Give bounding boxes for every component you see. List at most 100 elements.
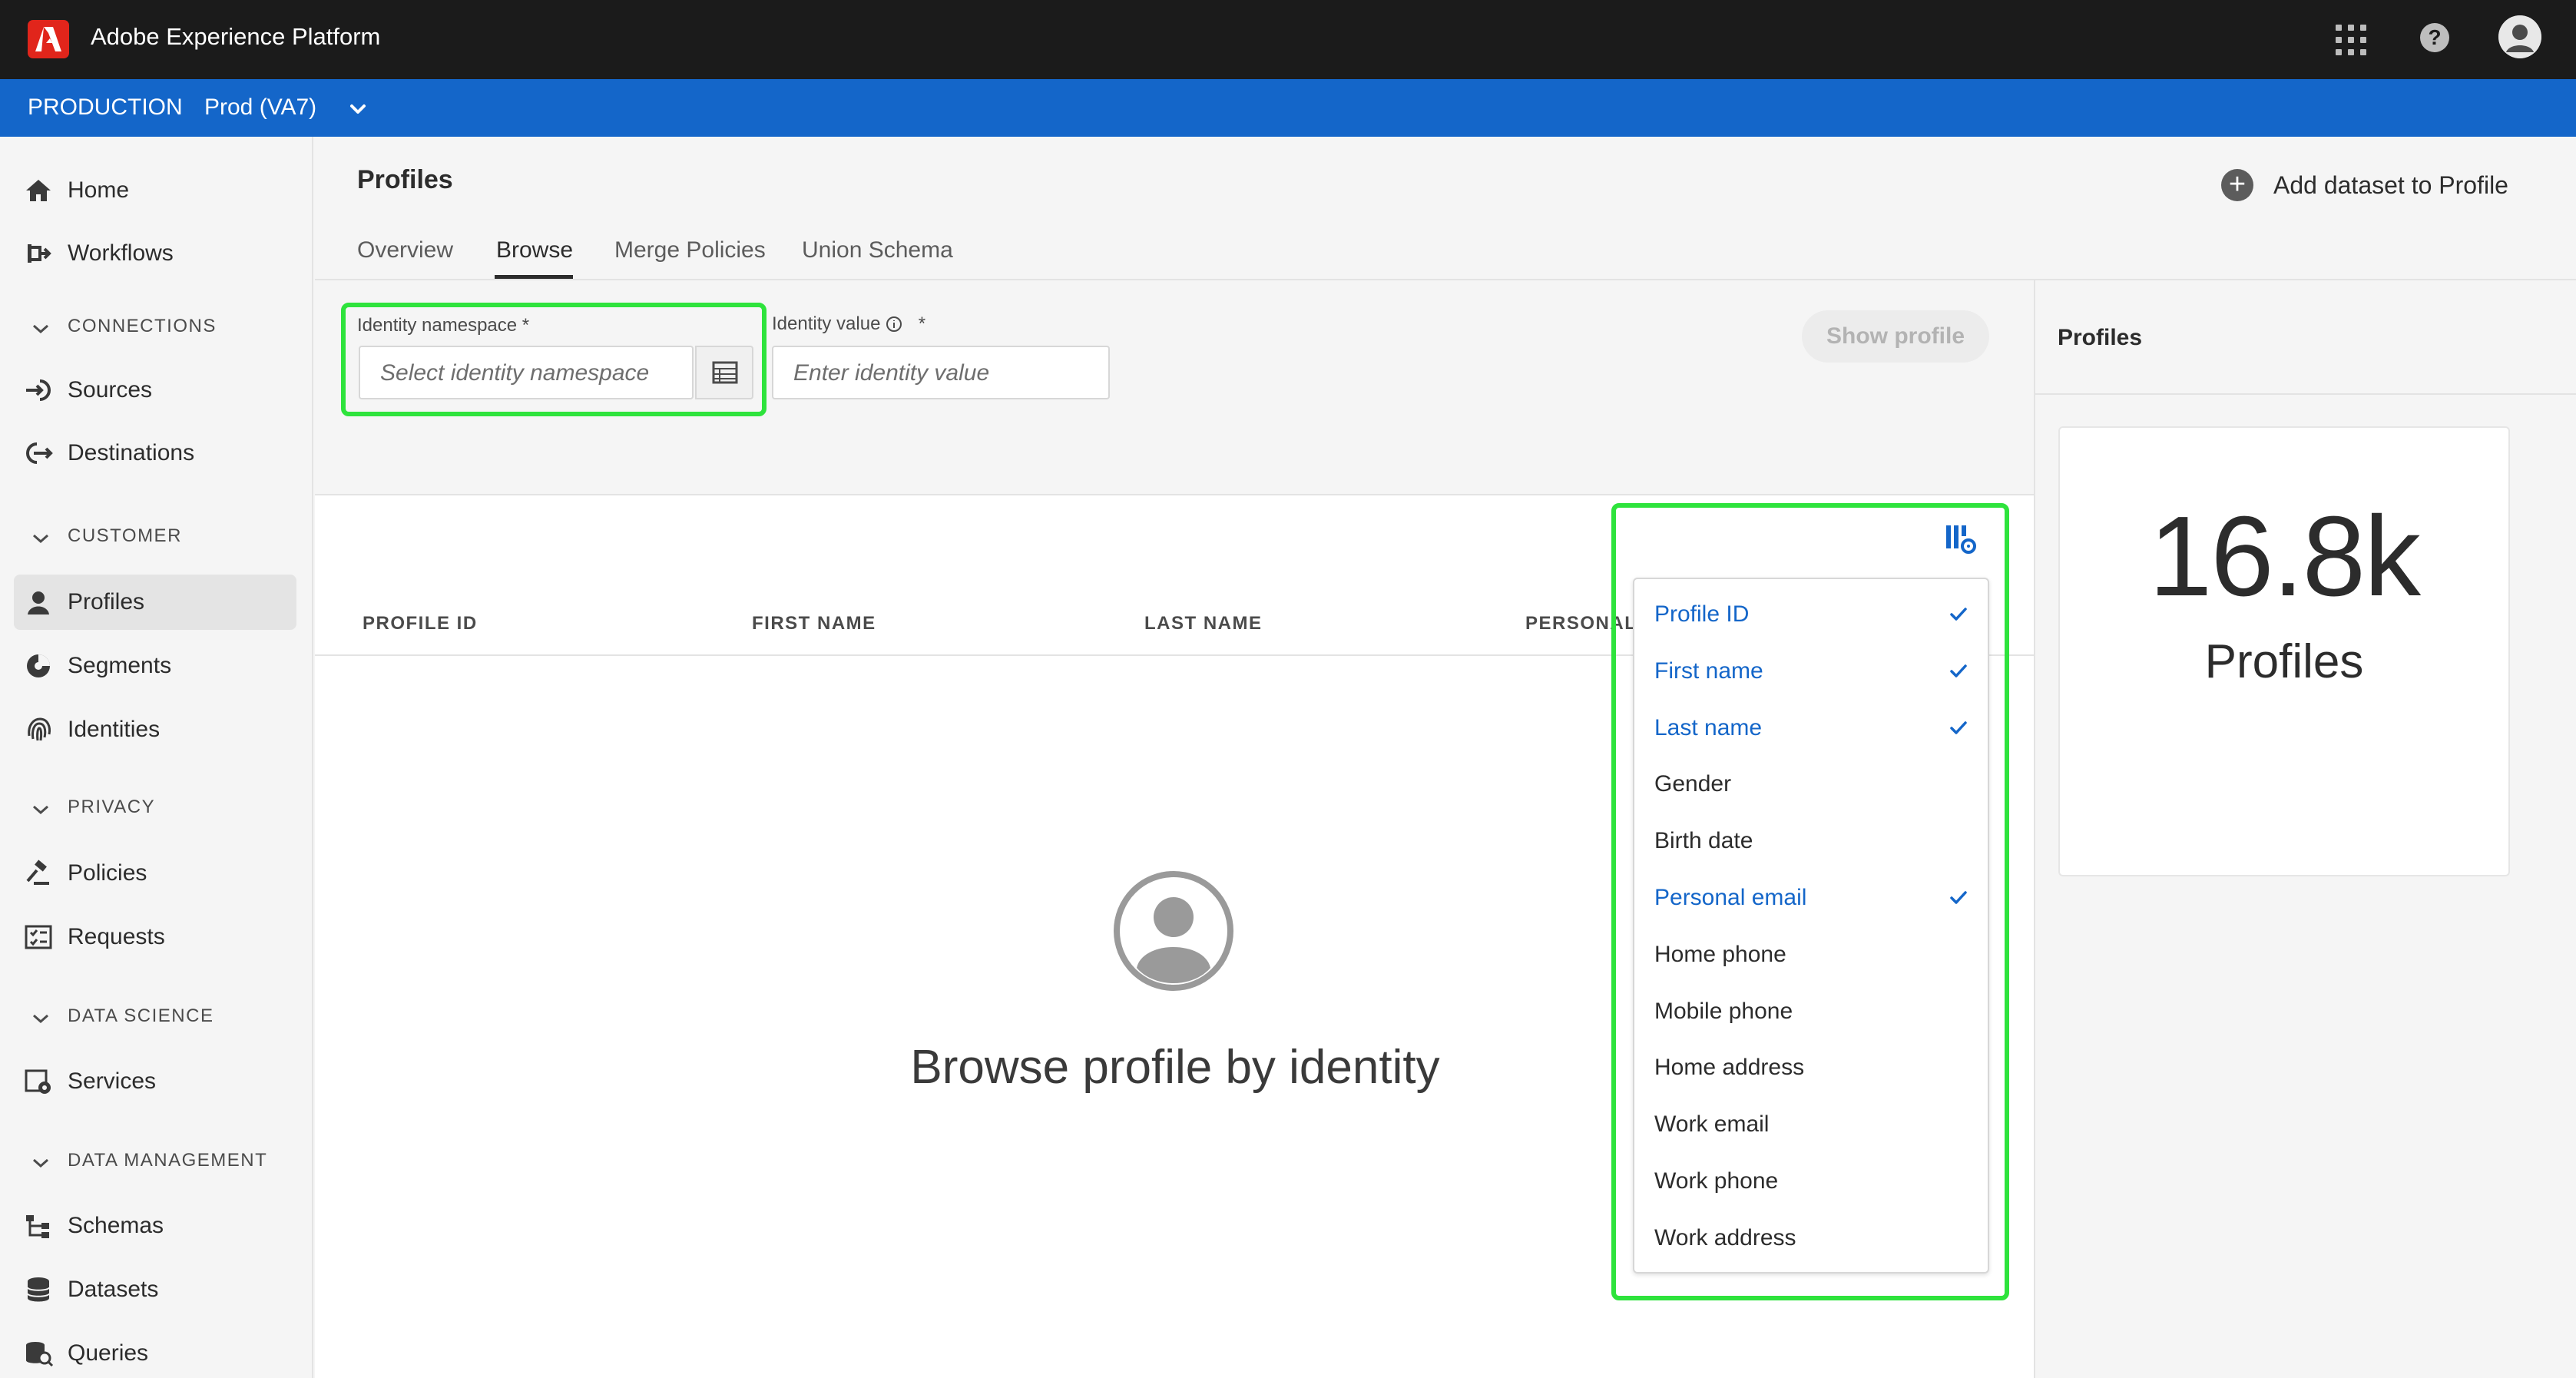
column-header-profile-id[interactable]: PROFILE ID bbox=[363, 611, 478, 636]
user-placeholder-icon bbox=[1112, 870, 1235, 992]
column-option-label: Home phone bbox=[1654, 941, 1786, 967]
chevron-down-icon bbox=[31, 1154, 51, 1169]
user-avatar[interactable] bbox=[2498, 15, 2541, 58]
section-title: DATA SCIENCE bbox=[68, 1005, 214, 1026]
sidebar-item-identities[interactable]: Identities bbox=[14, 702, 296, 757]
column-option[interactable]: Work email bbox=[1654, 1101, 1969, 1148]
namespace-placeholder: Select identity namespace bbox=[380, 360, 650, 386]
sidebar-item-label: Requests bbox=[68, 924, 165, 949]
column-option[interactable]: Last name bbox=[1654, 705, 1969, 751]
sidebar-item-sources[interactable]: Sources bbox=[14, 363, 296, 418]
column-option[interactable]: Work address bbox=[1654, 1215, 1969, 1261]
column-option-label: Personal email bbox=[1654, 885, 1807, 910]
section-privacy[interactable]: PRIVACY bbox=[31, 796, 155, 819]
column-option[interactable]: First name bbox=[1654, 648, 1969, 694]
app-title[interactable]: Adobe Experience Platform bbox=[91, 22, 380, 52]
identity-value-input[interactable]: Enter identity value bbox=[772, 346, 1110, 399]
section-connections[interactable]: CONNECTIONS bbox=[31, 315, 217, 338]
sidebar-item-queries[interactable]: Queries bbox=[14, 1326, 296, 1378]
workflows-icon bbox=[23, 240, 54, 267]
sidebar-item-label: Policies bbox=[68, 860, 147, 886]
column-option[interactable]: Gender bbox=[1654, 761, 1969, 807]
sandbox-bar bbox=[0, 79, 2576, 137]
top-bar bbox=[0, 0, 2576, 79]
sidebar-item-datasets[interactable]: Datasets bbox=[14, 1262, 296, 1317]
help-icon[interactable]: ? bbox=[2420, 23, 2449, 52]
home-icon bbox=[23, 177, 54, 204]
tab-browse[interactable]: Browse bbox=[496, 235, 573, 266]
section-title: CUSTOMER bbox=[68, 525, 182, 546]
sidebar-item-label: Queries bbox=[68, 1340, 149, 1366]
column-option-label: Home address bbox=[1654, 1055, 1805, 1081]
chevron-down-icon bbox=[31, 320, 51, 335]
sidebar-item-label: Segments bbox=[68, 653, 172, 678]
column-option[interactable]: Home phone bbox=[1654, 932, 1969, 978]
fingerprint-icon bbox=[23, 716, 54, 744]
sidebar-item-profiles[interactable]: Profiles bbox=[14, 575, 296, 630]
sources-icon bbox=[23, 376, 54, 404]
sidebar-item-label: Home bbox=[68, 177, 130, 203]
namespace-picker-button[interactable] bbox=[695, 346, 753, 399]
sandbox-environment: PRODUCTION bbox=[28, 94, 183, 120]
column-option-label: Birth date bbox=[1654, 828, 1753, 854]
column-option[interactable]: Mobile phone bbox=[1654, 989, 1969, 1035]
namespace-label: Identity namespace * bbox=[357, 313, 529, 338]
column-header-last-name[interactable]: LAST NAME bbox=[1144, 611, 1263, 636]
profile-count-value: 16.8k bbox=[2148, 493, 2421, 620]
sidebar-item-label: Datasets bbox=[68, 1277, 159, 1302]
section-data-management[interactable]: DATA MANAGEMENT bbox=[31, 1149, 267, 1172]
column-settings-icon[interactable] bbox=[1943, 522, 1978, 556]
page-title: Profiles bbox=[357, 165, 453, 194]
section-title: PRIVACY bbox=[68, 797, 156, 817]
sidebar-item-label: Schemas bbox=[68, 1213, 164, 1238]
sidebar-item-workflows[interactable]: Workflows bbox=[14, 226, 296, 281]
identity-value-label-text: Identity value bbox=[772, 313, 881, 334]
identity-namespace-input[interactable]: Select identity namespace bbox=[359, 346, 694, 399]
tab-merge-policies[interactable]: Merge Policies bbox=[614, 235, 766, 266]
column-option[interactable]: Work phone bbox=[1654, 1158, 1969, 1204]
namespace-label-text: Identity namespace bbox=[357, 315, 518, 336]
sidebar-item-label: Services bbox=[68, 1068, 157, 1094]
profiles-icon bbox=[23, 588, 54, 616]
sandbox-name[interactable]: Prod (VA7) bbox=[204, 92, 316, 123]
queries-icon bbox=[23, 1340, 54, 1367]
column-option[interactable]: Birth date bbox=[1654, 818, 1969, 864]
show-profile-button[interactable]: Show profile bbox=[1802, 310, 1989, 363]
column-option-label: Work address bbox=[1654, 1224, 1796, 1250]
sidebar-item-segments[interactable]: Segments bbox=[14, 638, 296, 694]
sidebar-item-destinations[interactable]: Destinations bbox=[14, 426, 296, 481]
tab-union-schema[interactable]: Union Schema bbox=[802, 235, 953, 266]
schemas-icon bbox=[23, 1212, 54, 1240]
column-option-label: First name bbox=[1654, 658, 1763, 684]
sidebar-item-schemas[interactable]: Schemas bbox=[14, 1198, 296, 1254]
column-option-label: Work phone bbox=[1654, 1168, 1779, 1194]
column-option-label: Work email bbox=[1654, 1111, 1770, 1138]
sidebar-item-requests[interactable]: Requests bbox=[14, 909, 296, 965]
adobe-logo-icon[interactable] bbox=[28, 20, 69, 58]
info-icon[interactable] bbox=[886, 316, 902, 333]
column-option[interactable]: Profile ID bbox=[1654, 591, 1969, 638]
section-title: DATA MANAGEMENT bbox=[68, 1150, 268, 1171]
column-option-label: Last name bbox=[1654, 714, 1763, 740]
services-icon bbox=[23, 1068, 54, 1095]
tab-overview[interactable]: Overview bbox=[357, 235, 453, 266]
column-option[interactable]: Home address bbox=[1654, 1045, 1969, 1091]
destinations-icon bbox=[23, 439, 54, 467]
plus-icon: + bbox=[2221, 169, 2253, 201]
section-data-science[interactable]: DATA SCIENCE bbox=[31, 1005, 214, 1028]
section-title: CONNECTIONS bbox=[68, 316, 217, 336]
column-header-first-name[interactable]: FIRST NAME bbox=[752, 611, 876, 636]
sidebar-item-home[interactable]: Home bbox=[14, 163, 296, 218]
column-option-label: Gender bbox=[1654, 771, 1732, 797]
sidebar: Home Workflows CONNECTIONS Sources Desti… bbox=[0, 137, 313, 1378]
sidebar-item-label: Identities bbox=[68, 717, 161, 742]
chevron-down-icon[interactable] bbox=[344, 95, 372, 123]
table-icon bbox=[712, 361, 738, 384]
sidebar-item-services[interactable]: Services bbox=[14, 1054, 296, 1109]
column-option[interactable]: Personal email bbox=[1654, 875, 1969, 921]
app-switcher-icon[interactable] bbox=[2333, 22, 2366, 55]
section-customer[interactable]: CUSTOMER bbox=[31, 525, 182, 548]
sidebar-item-policies[interactable]: Policies bbox=[14, 846, 296, 901]
gavel-icon bbox=[23, 860, 54, 887]
chevron-down-icon bbox=[31, 1009, 51, 1025]
